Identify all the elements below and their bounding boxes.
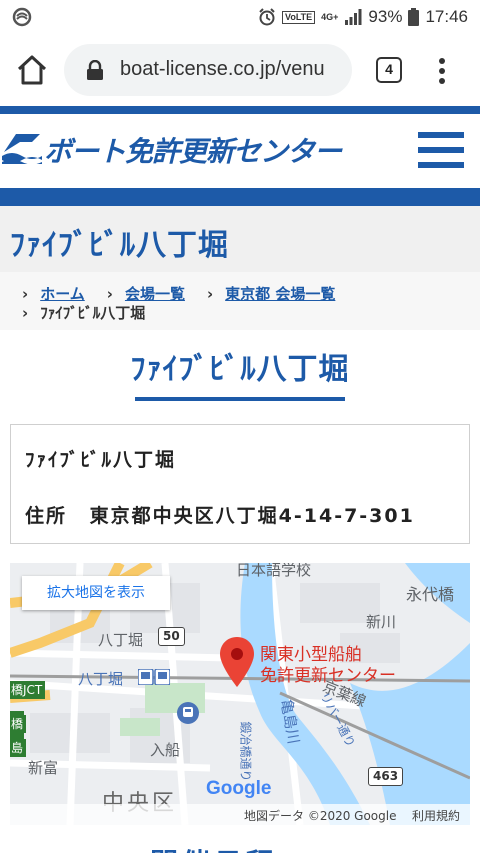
map-label-hatchobori-station: 八丁堀 bbox=[78, 670, 124, 688]
venue-address-row: 住所 東京都中央区八丁堀4-14-7-301 bbox=[25, 501, 415, 528]
jct-label: 橋JCT bbox=[10, 681, 46, 699]
address-label: 住所 bbox=[25, 505, 68, 527]
chevron-right-icon: › bbox=[206, 284, 214, 303]
hamburger-bar bbox=[418, 147, 464, 153]
location-marker-icon[interactable] bbox=[220, 637, 254, 687]
map-label-school: 日本語学校 bbox=[236, 563, 312, 579]
hamburger-bar bbox=[418, 132, 464, 138]
next-section-heading-peek: 開催日程 bbox=[150, 840, 330, 853]
map-attribution: 地図データ ©2020 Google 利用規約 bbox=[10, 804, 470, 825]
route-463-badge: 463 bbox=[368, 767, 404, 786]
header-top-line bbox=[0, 106, 480, 114]
hamburger-bar bbox=[418, 162, 464, 168]
page-title: ﾌｧｲﾌﾞﾋﾞﾙ八丁堀 bbox=[10, 228, 229, 263]
map-side-label: 橋 bbox=[10, 715, 27, 733]
status-indicators: VoLTE 4G+ 93% 17:46 bbox=[258, 6, 468, 28]
more-menu-icon[interactable] bbox=[432, 56, 452, 86]
marker-label-line1: 関東小型船舶 bbox=[260, 645, 362, 665]
hamburger-menu-button[interactable] bbox=[418, 132, 464, 168]
battery-icon bbox=[408, 8, 420, 26]
app-notification-icon bbox=[12, 7, 32, 27]
marker-label-line2: 免許更新センター bbox=[260, 666, 396, 686]
site-logo[interactable]: ボート免許更新センター bbox=[2, 132, 342, 168]
bus-stop-icon bbox=[177, 702, 199, 724]
lte-badge: 4G+ bbox=[321, 12, 339, 22]
breadcrumb-current: ﾌｧｲﾌﾞﾋﾞﾙ八丁堀 bbox=[40, 304, 146, 322]
chevron-right-icon: › bbox=[106, 284, 113, 303]
lock-icon bbox=[87, 60, 103, 80]
map-label-irifune: 入船 bbox=[150, 741, 181, 759]
home-icon[interactable] bbox=[14, 52, 50, 88]
map-data-credit: 地図データ ©2020 Google bbox=[244, 809, 397, 823]
volte-badge: VoLTE bbox=[281, 10, 316, 24]
logo-text: ボート免許更新センター bbox=[44, 135, 342, 168]
venue-heading: ﾌｧｲﾌﾞﾋﾞﾙ八丁堀 bbox=[0, 344, 480, 401]
route-50-badge: 50 bbox=[158, 627, 185, 646]
map-label-eitaibashi: 永代橋 bbox=[406, 585, 455, 604]
venue-info-box: ﾌｧｲﾌﾞﾋﾞﾙ八丁堀 住所 東京都中央区八丁堀4-14-7-301 bbox=[10, 424, 470, 544]
logo-wave-icon bbox=[2, 134, 42, 164]
map-label-road-name: 鍛冶橋通り bbox=[238, 721, 253, 782]
breadcrumb-link-home[interactable]: ホーム bbox=[40, 283, 85, 304]
map-label-hatchobori-area: 八丁堀 bbox=[98, 631, 144, 649]
status-bar: VoLTE 4G+ 93% 17:46 bbox=[0, 0, 480, 34]
heading-underline bbox=[135, 397, 345, 401]
signal-icon bbox=[345, 9, 362, 25]
tab-switcher-button[interactable]: 4 bbox=[376, 57, 402, 83]
map-label-shinkawa: 新川 bbox=[366, 613, 397, 631]
google-logo: Google bbox=[206, 778, 272, 799]
url-bar[interactable]: boat-license.co.jp/venu bbox=[64, 44, 352, 96]
breadcrumb-link-venues[interactable]: 会場一覧 bbox=[125, 283, 185, 304]
header-blue-band bbox=[0, 188, 480, 206]
expand-map-button[interactable]: 拡大地図を表示 bbox=[22, 576, 170, 610]
map-side-label-2: 島 bbox=[10, 739, 27, 757]
embedded-map[interactable]: 拡大地図を表示 日本語学校 永代橋 新川 八丁堀 50 八丁堀 橋JCT 橋 島… bbox=[10, 563, 470, 825]
map-terms-link[interactable]: 利用規約 bbox=[412, 807, 460, 824]
address-value: 東京都中央区八丁堀4-14-7-301 bbox=[89, 505, 415, 527]
chevron-right-icon: › bbox=[22, 284, 29, 303]
station-icon bbox=[138, 669, 170, 685]
venue-name: ﾌｧｲﾌﾞﾋﾞﾙ八丁堀 bbox=[25, 449, 177, 471]
site-header: ボート免許更新センター bbox=[0, 114, 480, 188]
next-section-heading: 開催日程 bbox=[150, 842, 330, 853]
battery-percent: 93% bbox=[368, 7, 403, 26]
browser-toolbar: boat-license.co.jp/venu 4 bbox=[0, 34, 480, 106]
url-text[interactable]: boat-license.co.jp/venu bbox=[120, 58, 325, 81]
clock: 17:46 bbox=[425, 7, 468, 26]
page-title-band: ﾌｧｲﾌﾞﾋﾞﾙ八丁堀 bbox=[0, 206, 480, 272]
breadcrumb: › ホーム › 会場一覧 › 東京都 会場一覧 › ﾌｧｲﾌﾞﾋﾞﾙ八丁堀 bbox=[0, 272, 480, 330]
chevron-right-icon: › bbox=[22, 303, 29, 322]
venue-heading-text: ﾌｧｲﾌﾞﾋﾞﾙ八丁堀 bbox=[130, 352, 350, 387]
alarm-icon bbox=[259, 8, 275, 26]
map-label-shintomi: 新富 bbox=[28, 759, 59, 777]
breadcrumb-link-tokyo-venues[interactable]: 東京都 会場一覧 bbox=[225, 283, 335, 304]
